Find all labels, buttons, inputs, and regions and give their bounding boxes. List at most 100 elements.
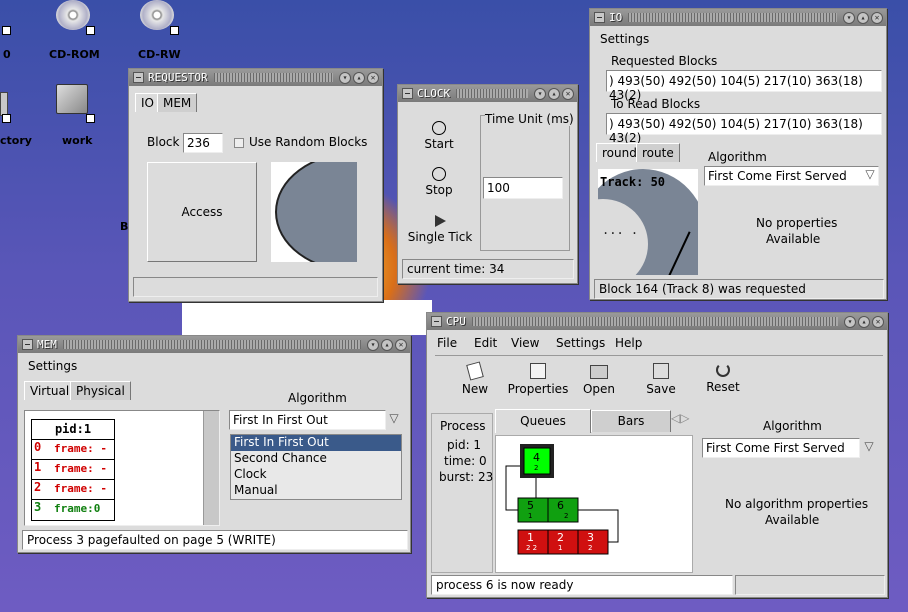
start-label: Start bbox=[424, 137, 454, 151]
desktop-icon-label: work bbox=[62, 134, 93, 147]
close-icon[interactable]: ✕ bbox=[562, 87, 574, 100]
close-icon[interactable]: ✕ bbox=[367, 71, 379, 84]
clock-window: CLOCK ▾ ▴ ✕ Start Stop Single Tick Time Un… bbox=[397, 84, 578, 284]
title-bar[interactable]: CLOCK ▾ ▴ ✕ bbox=[398, 85, 577, 102]
maximize-icon[interactable]: ▴ bbox=[381, 338, 393, 351]
settings-menu[interactable]: Settings bbox=[28, 359, 77, 373]
frame-index: 3 bbox=[34, 500, 42, 514]
single-tick-button[interactable]: Single Tick bbox=[400, 215, 480, 255]
algorithm-combobox[interactable]: First In First Out bbox=[229, 410, 386, 430]
tab-virtual[interactable]: Virtual bbox=[24, 381, 76, 400]
menu-settings[interactable]: Settings bbox=[556, 336, 605, 350]
algorithm-select[interactable]: First Come First Served bbox=[704, 166, 879, 186]
start-button[interactable]: Start bbox=[404, 121, 474, 161]
menu-help[interactable]: Help bbox=[615, 336, 642, 350]
cpu-window: CPU ▾ ▴ ✕ File Edit View Settings Help New… bbox=[426, 312, 888, 598]
window-menu-icon[interactable] bbox=[402, 88, 413, 99]
minimize-icon[interactable]: ▾ bbox=[844, 315, 856, 328]
title-bar[interactable]: MEM ▾ ▴ ✕ bbox=[18, 336, 410, 353]
disk-dots: ... . bbox=[602, 223, 639, 237]
link-arrow-icon bbox=[2, 26, 11, 35]
cpu-status: process 6 is now ready bbox=[431, 575, 733, 595]
dropdown-option[interactable]: Clock bbox=[231, 467, 401, 483]
title-bar[interactable]: REQUESTOR ▾ ▴ ✕ bbox=[129, 69, 382, 86]
time-unit-spinner[interactable]: 100 bbox=[483, 177, 563, 199]
menu-file[interactable]: File bbox=[437, 336, 457, 350]
random-checkbox[interactable] bbox=[234, 138, 244, 148]
tab-bars[interactable]: Bars bbox=[591, 410, 671, 432]
maximize-icon[interactable]: ▴ bbox=[353, 71, 365, 84]
menu-view[interactable]: View bbox=[511, 336, 539, 350]
close-icon[interactable]: ✕ bbox=[872, 315, 884, 328]
toread-field[interactable]: ) 493(50) 492(50) 104(5) 217(10) 363(18)… bbox=[606, 113, 882, 145]
title-grip bbox=[471, 317, 838, 326]
window-menu-icon[interactable] bbox=[133, 72, 144, 83]
tab-scroll-arrows-icon[interactable]: ◁▷ bbox=[671, 411, 693, 427]
window-menu-icon[interactable] bbox=[594, 12, 605, 23]
menu-edit[interactable]: Edit bbox=[474, 336, 497, 350]
open-label: Open bbox=[582, 382, 616, 396]
stop-button[interactable]: Stop bbox=[404, 167, 474, 207]
tab-route[interactable]: route bbox=[636, 143, 680, 162]
desktop-icon-label: CD-ROM bbox=[49, 48, 100, 61]
current-time: current time: 34 bbox=[407, 262, 505, 276]
desktop-icon-directory[interactable]: ctory bbox=[0, 88, 32, 148]
title-grip bbox=[456, 89, 528, 98]
title-bar[interactable]: IO ▾ ▴ ✕ bbox=[590, 9, 886, 26]
link-arrow-icon bbox=[170, 26, 179, 35]
access-button[interactable]: Access bbox=[147, 162, 257, 262]
minimize-icon[interactable]: ▾ bbox=[534, 87, 546, 100]
no-algorithm-properties: No algorithm properties bbox=[725, 497, 869, 511]
minimize-icon[interactable]: ▾ bbox=[339, 71, 351, 84]
window-menu-icon[interactable] bbox=[22, 339, 33, 350]
desktop-icon-cdrw[interactable]: CD-RW bbox=[128, 0, 198, 62]
maximize-icon[interactable]: ▴ bbox=[858, 315, 870, 328]
tab-mem[interactable]: MEM bbox=[157, 93, 198, 112]
desktop-icon-0[interactable]: 0 bbox=[0, 0, 20, 62]
properties-icon bbox=[530, 363, 546, 379]
title-grip bbox=[213, 73, 333, 82]
queues-view: 4 2 5 1 6 2 1 2 2 2 1 3 2 bbox=[495, 435, 693, 573]
window-menu-icon[interactable] bbox=[431, 316, 442, 327]
new-button[interactable]: New bbox=[457, 361, 493, 396]
desktop-icon-cdrom[interactable]: CD-ROM bbox=[42, 0, 112, 62]
scrollbar[interactable] bbox=[203, 411, 219, 525]
minimize-icon[interactable]: ▾ bbox=[843, 11, 855, 24]
desktop-icon-label: 0 bbox=[3, 48, 11, 61]
tab-queues[interactable]: Queues bbox=[495, 409, 591, 433]
settings-menu[interactable]: Settings bbox=[600, 32, 649, 46]
desktop-icon-work[interactable]: work bbox=[50, 80, 100, 148]
minimize-icon[interactable]: ▾ bbox=[367, 338, 379, 351]
algorithm-select[interactable]: First Come First Served bbox=[702, 438, 860, 458]
chevron-down-icon[interactable]: ▽ bbox=[386, 411, 402, 429]
title-bar[interactable]: CPU ▾ ▴ ✕ bbox=[427, 313, 887, 330]
process-burst: burst: 23 bbox=[439, 470, 494, 484]
ready-sub-1: 1 bbox=[528, 512, 533, 520]
requested-field[interactable]: ) 493(50) 492(50) 104(5) 217(10) 363(18)… bbox=[606, 70, 882, 102]
requestor-window: REQUESTOR ▾ ▴ ✕ IO MEM Block 236 Use Rando… bbox=[128, 68, 383, 302]
close-icon[interactable]: ✕ bbox=[871, 11, 883, 24]
available-label: Available bbox=[766, 232, 821, 246]
desktop-icon-label: CD-RW bbox=[138, 48, 181, 61]
window-title: REQUESTOR bbox=[148, 71, 208, 84]
algorithm-dropdown-list[interactable]: First In First Out Second Chance Clock M… bbox=[230, 434, 402, 500]
frame-index: 0 bbox=[34, 440, 42, 454]
title-grip bbox=[628, 13, 837, 22]
save-button[interactable]: Save bbox=[643, 363, 679, 396]
open-button[interactable]: Open bbox=[581, 363, 617, 396]
dropdown-option[interactable]: First In First Out bbox=[231, 435, 401, 451]
maximize-icon[interactable]: ▴ bbox=[548, 87, 560, 100]
dropdown-option[interactable]: Manual bbox=[231, 483, 401, 499]
mem-status-text: Process 3 pagefaulted on page 5 (WRITE) bbox=[27, 533, 276, 547]
maximize-icon[interactable]: ▴ bbox=[857, 11, 869, 24]
chevron-down-icon[interactable]: ▽ bbox=[862, 167, 878, 185]
dropdown-option[interactable]: Second Chance bbox=[231, 451, 401, 467]
close-icon[interactable]: ✕ bbox=[395, 338, 407, 351]
properties-button[interactable]: Properties bbox=[507, 363, 569, 396]
tab-physical[interactable]: Physical bbox=[70, 381, 131, 400]
save-label: Save bbox=[646, 382, 676, 396]
block-spinner[interactable]: 236 bbox=[183, 133, 223, 153]
chevron-down-icon[interactable]: ▽ bbox=[861, 439, 877, 457]
track-label: Track: 50 bbox=[600, 175, 666, 189]
reset-button[interactable]: Reset bbox=[703, 363, 743, 394]
